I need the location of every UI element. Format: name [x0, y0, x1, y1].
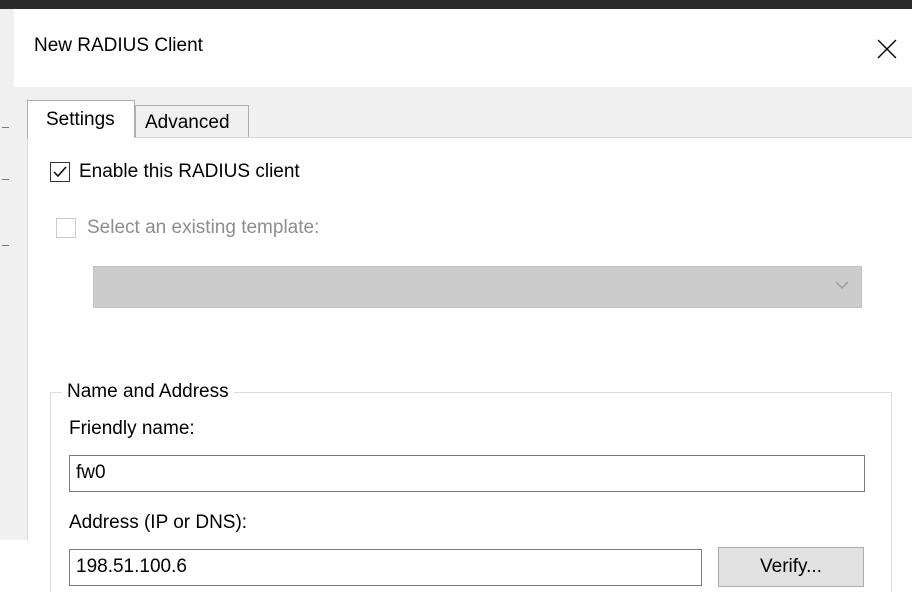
friendly-name-value: fw0	[76, 462, 106, 483]
close-icon	[877, 39, 897, 59]
template-dropdown[interactable]	[93, 266, 862, 308]
tab-settings[interactable]: Settings	[27, 100, 135, 138]
tab-advanced-label: Advanced	[145, 112, 230, 133]
tab-settings-label: Settings	[46, 109, 115, 130]
verify-button[interactable]: Verify...	[718, 547, 864, 587]
chevron-down-icon	[835, 281, 849, 289]
dialog-title: New RADIUS Client	[34, 35, 203, 56]
settings-tab-panel: Enable this RADIUS client Select an exis…	[27, 137, 912, 592]
background-fragment	[2, 179, 9, 180]
background-fragment	[2, 127, 9, 128]
address-input[interactable]: 198.51.100.6	[69, 549, 702, 586]
tab-advanced[interactable]: Advanced	[135, 105, 249, 138]
friendly-name-label: Friendly name:	[69, 418, 195, 439]
group-legend: Name and Address	[62, 381, 234, 403]
address-label: Address (IP or DNS):	[69, 512, 248, 533]
dialog-titlebar: New RADIUS Client	[14, 9, 912, 87]
background-fragment	[2, 245, 9, 246]
background-window-edge	[0, 0, 912, 9]
dialog-client-area: Settings Advanced Enable this RADIUS cli…	[14, 87, 912, 592]
name-and-address-group: Name and Address Friendly name: fw0 Addr…	[50, 381, 892, 592]
address-value: 198.51.100.6	[76, 556, 187, 577]
close-button[interactable]	[867, 29, 907, 69]
background-window-strip	[0, 9, 14, 540]
existing-template-checkbox[interactable]	[56, 218, 76, 238]
new-radius-client-dialog: New RADIUS Client Settings Advanced Enab…	[14, 9, 912, 592]
existing-template-label[interactable]: Select an existing template:	[87, 217, 319, 239]
enable-client-label[interactable]: Enable this RADIUS client	[79, 161, 300, 183]
checkmark-icon	[53, 166, 67, 178]
friendly-name-input[interactable]: fw0	[69, 455, 865, 492]
enable-client-checkbox[interactable]	[50, 162, 70, 182]
verify-button-label: Verify...	[760, 556, 822, 577]
